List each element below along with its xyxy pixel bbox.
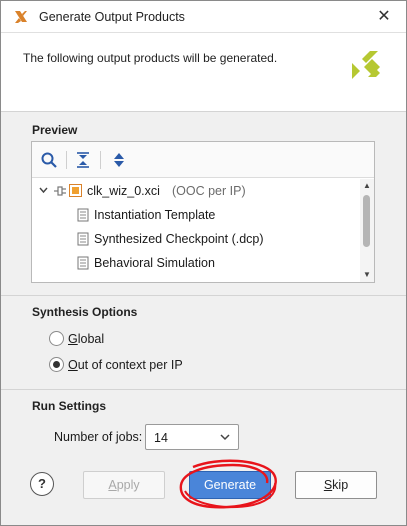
file-icon [77, 232, 89, 246]
vivado-logo-icon [15, 11, 27, 23]
radio-global-label: Global [68, 332, 105, 346]
number-of-jobs-label: Number of jobs: [54, 430, 143, 444]
file-icon [77, 256, 89, 270]
chevron-down-icon[interactable] [39, 187, 48, 194]
tree-item-label: Instantiation Template [94, 208, 216, 222]
expand-all-icon[interactable] [110, 151, 128, 169]
scroll-up-icon[interactable]: ▲ [362, 181, 372, 191]
section-divider [1, 295, 406, 296]
tree-item-label: Synthesized Checkpoint (.dcp) [94, 232, 264, 246]
radio-out-of-context-label: Out of context per IP [68, 358, 183, 372]
run-settings-title: Run Settings [32, 399, 106, 413]
collapse-all-icon[interactable] [74, 151, 92, 169]
tree-item-ip[interactable]: clk_wiz_0.xci (OOC per IP) [32, 179, 360, 203]
tree-item[interactable]: Synthesized Checkpoint (.dcp) [32, 227, 360, 251]
output-products-tree: clk_wiz_0.xci (OOC per IP) Instantiation… [32, 179, 360, 282]
brand-logo-icon [352, 51, 380, 79]
file-icon [77, 208, 89, 222]
window-title: Generate Output Products [39, 10, 185, 24]
scroll-thumb[interactable] [363, 195, 370, 247]
header-area: The following output products will be ge… [1, 33, 406, 111]
tree-scrollbar[interactable]: ▲ ▼ [360, 179, 374, 282]
number-of-jobs-select[interactable]: 14 [145, 424, 239, 450]
title-bar: Generate Output Products ✕ [1, 1, 406, 33]
close-icon: ✕ [377, 8, 391, 25]
generate-output-products-dialog: Generate Output Products ✕ The following… [0, 0, 407, 526]
toolbar-separator [100, 151, 101, 169]
search-icon[interactable] [40, 151, 58, 169]
radio-global[interactable]: Global [49, 329, 249, 349]
section-divider [1, 389, 406, 390]
close-button[interactable]: ✕ [374, 7, 394, 27]
tree-item[interactable]: Behavioral Simulation [32, 251, 360, 275]
ooc-connector-icon [54, 186, 66, 196]
tree-item[interactable]: Instantiation Template [32, 203, 360, 227]
synthesis-options-title: Synthesis Options [32, 305, 138, 319]
ip-core-icon [69, 184, 82, 197]
radio-global-control[interactable] [49, 331, 64, 346]
apply-button[interactable]: Apply [83, 471, 165, 499]
radio-out-of-context[interactable]: Out of context per IP [49, 355, 249, 375]
preview-toolbar [32, 142, 374, 178]
tree-item-note: (OOC per IP) [172, 184, 246, 198]
header-divider [1, 111, 406, 112]
scroll-down-icon[interactable]: ▼ [362, 270, 372, 280]
chevron-down-icon [220, 434, 230, 441]
radio-out-of-context-control[interactable] [49, 357, 64, 372]
header-message: The following output products will be ge… [23, 51, 278, 65]
tree-item-label: clk_wiz_0.xci [87, 184, 160, 198]
jobs-value: 14 [154, 431, 168, 445]
preview-panel: clk_wiz_0.xci (OOC per IP) Instantiation… [31, 141, 375, 283]
generate-button[interactable]: Generate [189, 471, 271, 499]
skip-button[interactable]: Skip [295, 471, 377, 499]
preview-title: Preview [32, 123, 78, 137]
help-button[interactable]: ? [30, 472, 54, 496]
tree-item-label: Behavioral Simulation [94, 256, 215, 270]
toolbar-separator [66, 151, 67, 169]
